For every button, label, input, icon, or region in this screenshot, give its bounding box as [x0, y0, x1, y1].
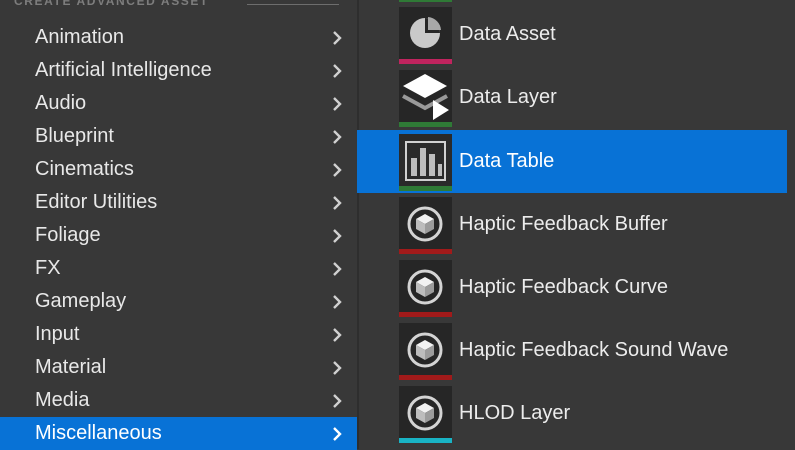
category-item-audio[interactable]: Audio [0, 87, 357, 120]
category-label: Cinematics [35, 158, 134, 180]
asset-type-color-bar [399, 312, 452, 317]
chevron-right-icon [333, 31, 342, 45]
chevron-right-icon [333, 229, 342, 243]
category-item-artificial-intelligence[interactable]: Artificial Intelligence [0, 54, 357, 87]
asset-item-haptic-feedback-buffer[interactable]: Haptic Feedback Buffer [357, 193, 787, 256]
cube-icon [399, 386, 452, 439]
category-label: Editor Utilities [35, 191, 158, 213]
chevron-right-icon [333, 295, 342, 309]
chevron-right-icon [333, 427, 342, 441]
chevron-right-icon [333, 262, 342, 276]
cube-icon [399, 323, 452, 376]
chevron-right-icon [333, 394, 342, 408]
category-panel: CREATE ADVANCED ASSET Animation Artifici… [0, 0, 357, 450]
category-item-foliage[interactable]: Foliage [0, 219, 357, 252]
asset-list-panel: Data Asset Data Layer Data Table Haptic … [357, 0, 795, 449]
section-header: CREATE ADVANCED ASSET [14, 0, 209, 8]
asset-label: Haptic Feedback Buffer [459, 213, 668, 235]
pie-chart-icon [399, 7, 452, 60]
chevron-right-icon [333, 64, 342, 78]
asset-item-data-asset[interactable]: Data Asset [357, 3, 787, 66]
category-label: Miscellaneous [35, 422, 162, 444]
category-item-editor-utilities[interactable]: Editor Utilities [0, 186, 357, 219]
chevron-right-icon [333, 163, 342, 177]
category-item-material[interactable]: Material [0, 351, 357, 384]
cube-icon [399, 260, 452, 313]
category-item-miscellaneous[interactable]: Miscellaneous [0, 417, 357, 450]
category-label: Material [35, 356, 107, 378]
asset-label: HLOD Layer [459, 402, 571, 424]
asset-type-color-bar [399, 249, 452, 254]
category-label: FX [35, 257, 61, 279]
category-item-animation[interactable]: Animation [0, 21, 357, 54]
asset-label: Haptic Feedback Curve [459, 276, 668, 298]
asset-type-color-bar [399, 186, 452, 191]
asset-label: Data Layer [459, 86, 557, 108]
layers-icon [399, 70, 452, 123]
asset-type-color-bar [399, 122, 452, 127]
asset-item-data-layer[interactable]: Data Layer [357, 66, 787, 129]
asset-type-color-bar [399, 59, 452, 64]
category-item-fx[interactable]: FX [0, 252, 357, 285]
category-label: Audio [35, 92, 87, 114]
asset-label: Data Table [459, 150, 555, 172]
category-item-input[interactable]: Input [0, 318, 357, 351]
category-label: Blueprint [35, 125, 114, 147]
category-label: Input [35, 323, 80, 345]
asset-label: Data Asset [459, 23, 556, 45]
category-label: Media [35, 389, 90, 411]
chevron-right-icon [333, 196, 342, 210]
asset-item-hlod-layer[interactable]: HLOD Layer [357, 382, 787, 445]
asset-item-haptic-feedback-curve[interactable]: Haptic Feedback Curve [357, 256, 787, 319]
cube-icon [399, 197, 452, 250]
asset-type-color-bar [399, 375, 452, 380]
header-divider [247, 4, 339, 5]
category-item-blueprint[interactable]: Blueprint [0, 120, 357, 153]
bar-chart-icon [399, 134, 452, 187]
chevron-right-icon [333, 361, 342, 375]
category-label: Animation [35, 26, 124, 48]
asset-item-data-table[interactable]: Data Table [357, 130, 787, 193]
partial-asset-thumbnail [399, 0, 452, 2]
category-label: Artificial Intelligence [35, 59, 212, 81]
asset-type-color-bar [399, 438, 452, 443]
category-item-cinematics[interactable]: Cinematics [0, 153, 357, 186]
asset-item-haptic-feedback-sound-wave[interactable]: Haptic Feedback Sound Wave [357, 319, 787, 382]
category-label: Gameplay [35, 290, 127, 312]
chevron-right-icon [333, 328, 342, 342]
chevron-right-icon [333, 130, 342, 144]
chevron-right-icon [333, 97, 342, 111]
asset-label: Haptic Feedback Sound Wave [459, 339, 729, 361]
category-item-media[interactable]: Media [0, 384, 357, 417]
category-label: Foliage [35, 224, 101, 246]
category-item-gameplay[interactable]: Gameplay [0, 285, 357, 318]
